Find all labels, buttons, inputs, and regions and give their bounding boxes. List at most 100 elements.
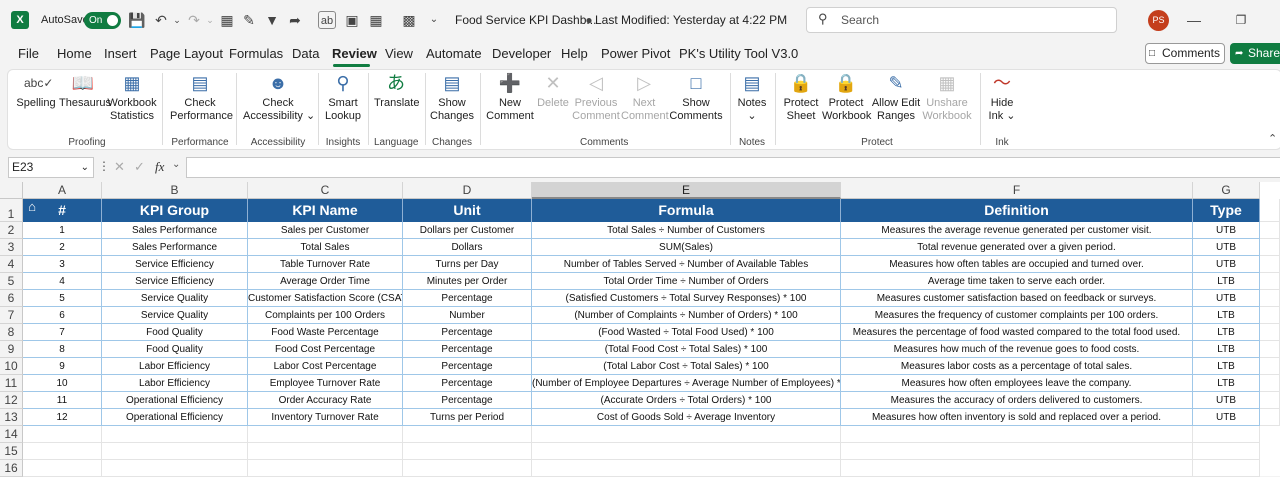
autosave-toggle[interactable]: On [84, 12, 121, 29]
row-header-8[interactable]: 8 [0, 324, 23, 341]
header-cell-formula[interactable]: Formula [532, 199, 841, 222]
table-cell[interactable]: Cost of Goods Sold ÷ Average Inventory [532, 409, 841, 426]
column-header-b[interactable]: B [102, 182, 248, 199]
empty-cell[interactable] [532, 443, 841, 460]
table-cell[interactable]: Measures labor costs as a percentage of … [841, 358, 1193, 375]
table-cell[interactable]: 12 [23, 409, 102, 426]
smart-lookup-button[interactable]: ⚲ Smart Lookup [324, 71, 362, 123]
empty-cell[interactable] [1193, 460, 1260, 477]
table-cell[interactable]: Total Sales ÷ Number of Customers [532, 222, 841, 239]
select-all-corner[interactable] [0, 182, 23, 199]
table-cell[interactable]: LTB [1193, 324, 1260, 341]
hide-ink-button[interactable]: 〜 Hide Ink ⌄ [985, 71, 1019, 123]
table-cell[interactable]: Turns per Period [403, 409, 532, 426]
empty-cell[interactable] [532, 426, 841, 443]
tab-page-layout[interactable]: Page Layout [150, 46, 223, 64]
table-cell[interactable]: 6 [23, 307, 102, 324]
empty-cell[interactable] [1260, 375, 1280, 392]
table-cell[interactable]: Dollars [403, 239, 532, 256]
column-header-e[interactable]: E [532, 182, 841, 199]
next-comment-button[interactable]: ▷ Next Comment [621, 71, 669, 123]
table-cell[interactable]: Service Quality [102, 307, 248, 324]
empty-cell[interactable] [23, 443, 102, 460]
table-cell[interactable]: 3 [23, 256, 102, 273]
table-cell[interactable]: (Satisfied Customers ÷ Total Survey Resp… [532, 290, 841, 307]
share-arrow-icon[interactable]: ➦ [286, 11, 304, 29]
table-cell[interactable]: Measures the accuracy of orders delivere… [841, 392, 1193, 409]
table-cell[interactable]: Percentage [403, 341, 532, 358]
table-cell[interactable]: Service Efficiency [102, 256, 248, 273]
empty-cell[interactable] [1260, 256, 1280, 273]
empty-cell[interactable] [102, 443, 248, 460]
cancel-icon[interactable]: ✕ [114, 159, 125, 175]
row-header-4[interactable]: 4 [0, 256, 23, 273]
table-cell[interactable]: Operational Efficiency [102, 409, 248, 426]
row-header-16[interactable]: 16 [0, 460, 23, 477]
empty-cell[interactable] [1260, 307, 1280, 324]
table-cell[interactable]: Measures how often employees leave the c… [841, 375, 1193, 392]
empty-cell[interactable] [248, 426, 403, 443]
table-cell[interactable]: Number [403, 307, 532, 324]
empty-cell[interactable] [248, 460, 403, 477]
notes-button[interactable]: ▤ Notes ⌄ [736, 71, 768, 123]
column-header-d[interactable]: D [403, 182, 532, 199]
table-cell[interactable]: Total Order Time ÷ Number of Orders [532, 273, 841, 290]
more-options-icon[interactable]: ⋮ [98, 159, 110, 173]
enter-icon[interactable]: ✓ [134, 159, 145, 175]
check-accessibility-button[interactable]: ☻ Check Accessibility ⌄ [243, 71, 315, 123]
table-cell[interactable]: LTB [1193, 307, 1260, 324]
empty-cell[interactable] [1193, 443, 1260, 460]
spelling-quick-icon[interactable]: ab [318, 11, 336, 29]
row-header-9[interactable]: 9 [0, 341, 23, 358]
table-cell[interactable]: 9 [23, 358, 102, 375]
table-cell[interactable]: 5 [23, 290, 102, 307]
row-header-11[interactable]: 11 [0, 375, 23, 392]
tab-home[interactable]: Home [57, 46, 92, 64]
spelling-button[interactable]: abc✓ Spelling [15, 71, 57, 110]
table-cell[interactable]: Sales Performance [102, 239, 248, 256]
avatar[interactable]: PS [1148, 10, 1169, 31]
table-cell[interactable]: Service Quality [102, 290, 248, 307]
table-cell[interactable]: Percentage [403, 392, 532, 409]
table-cell[interactable]: 11 [23, 392, 102, 409]
table-cell[interactable]: Average time taken to serve each order. [841, 273, 1193, 290]
table-cell[interactable]: Sales per Customer [248, 222, 403, 239]
table-cell[interactable]: Number of Tables Served ÷ Number of Avai… [532, 256, 841, 273]
table-cell[interactable]: Operational Efficiency [102, 392, 248, 409]
table-cell[interactable]: Percentage [403, 375, 532, 392]
table-cell[interactable]: Percentage [403, 358, 532, 375]
empty-cell[interactable] [248, 443, 403, 460]
protect-sheet-button[interactable]: 🔒 Protect Sheet [781, 71, 821, 123]
document-title[interactable]: Food Service KPI Dashb... [455, 13, 596, 27]
table-cell[interactable]: Inventory Turnover Rate [248, 409, 403, 426]
empty-cell[interactable] [1260, 324, 1280, 341]
header-cell-type[interactable]: Type [1193, 199, 1260, 222]
empty-cell[interactable] [1260, 222, 1280, 239]
empty-cell[interactable] [841, 426, 1193, 443]
table-cell[interactable]: Sales Performance [102, 222, 248, 239]
table-cell[interactable]: UTB [1193, 392, 1260, 409]
column-header-a[interactable]: A [23, 182, 102, 199]
table-cell[interactable]: (Number of Employee Departures ÷ Average… [532, 375, 841, 392]
show-comments-button[interactable]: □ Show Comments [669, 71, 723, 123]
share-button[interactable]: ➦ Share [1230, 43, 1280, 64]
table-cell[interactable]: (Accurate Orders ÷ Total Orders) * 100 [532, 392, 841, 409]
table-cell[interactable]: Measures the percentage of food wasted c… [841, 324, 1193, 341]
header-cell-kpi-name[interactable]: KPI Name [248, 199, 403, 222]
empty-cell[interactable] [841, 443, 1193, 460]
insert-function-icon[interactable]: fx [155, 159, 164, 175]
calendar-icon[interactable]: ▣ [343, 11, 361, 29]
table-cell[interactable]: 1 [23, 222, 102, 239]
row-header-7[interactable]: 7 [0, 307, 23, 324]
row-header-10[interactable]: 10 [0, 358, 23, 375]
tab-help[interactable]: Help [561, 46, 588, 64]
empty-cell[interactable] [841, 460, 1193, 477]
table-cell[interactable]: Food Quality [102, 324, 248, 341]
empty-cell[interactable] [23, 460, 102, 477]
table-cell[interactable]: Food Quality [102, 341, 248, 358]
borders-icon[interactable]: ▦ [218, 11, 236, 29]
empty-cell[interactable] [532, 460, 841, 477]
table-cell[interactable]: Measures how often inventory is sold and… [841, 409, 1193, 426]
tab-automate[interactable]: Automate [426, 46, 482, 64]
redo-dropdown-icon[interactable]: ⌄ [201, 11, 219, 29]
